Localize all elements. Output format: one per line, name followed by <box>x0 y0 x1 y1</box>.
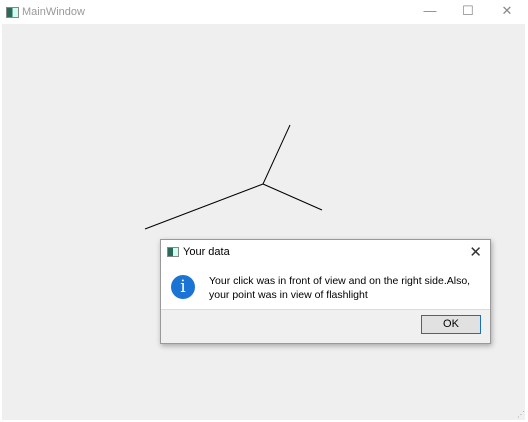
scene-drawing <box>144 124 323 230</box>
dialog-app-icon <box>167 247 179 257</box>
message-dialog: Your data ✕ i Your click was in front of… <box>160 239 491 344</box>
line-up <box>262 124 291 185</box>
dialog-message: Your click was in front of view and on t… <box>209 275 471 301</box>
dialog-title: Your data <box>183 246 230 258</box>
resize-grip[interactable]: ⋰ <box>517 410 525 419</box>
dialog-body: Your data ✕ i Your click was in front of… <box>161 240 490 310</box>
ok-button[interactable]: OK <box>421 315 481 334</box>
info-icon: i <box>171 275 195 299</box>
dialog-close-button[interactable]: ✕ <box>469 243 482 261</box>
line-right <box>262 183 323 211</box>
line-left <box>144 183 264 230</box>
